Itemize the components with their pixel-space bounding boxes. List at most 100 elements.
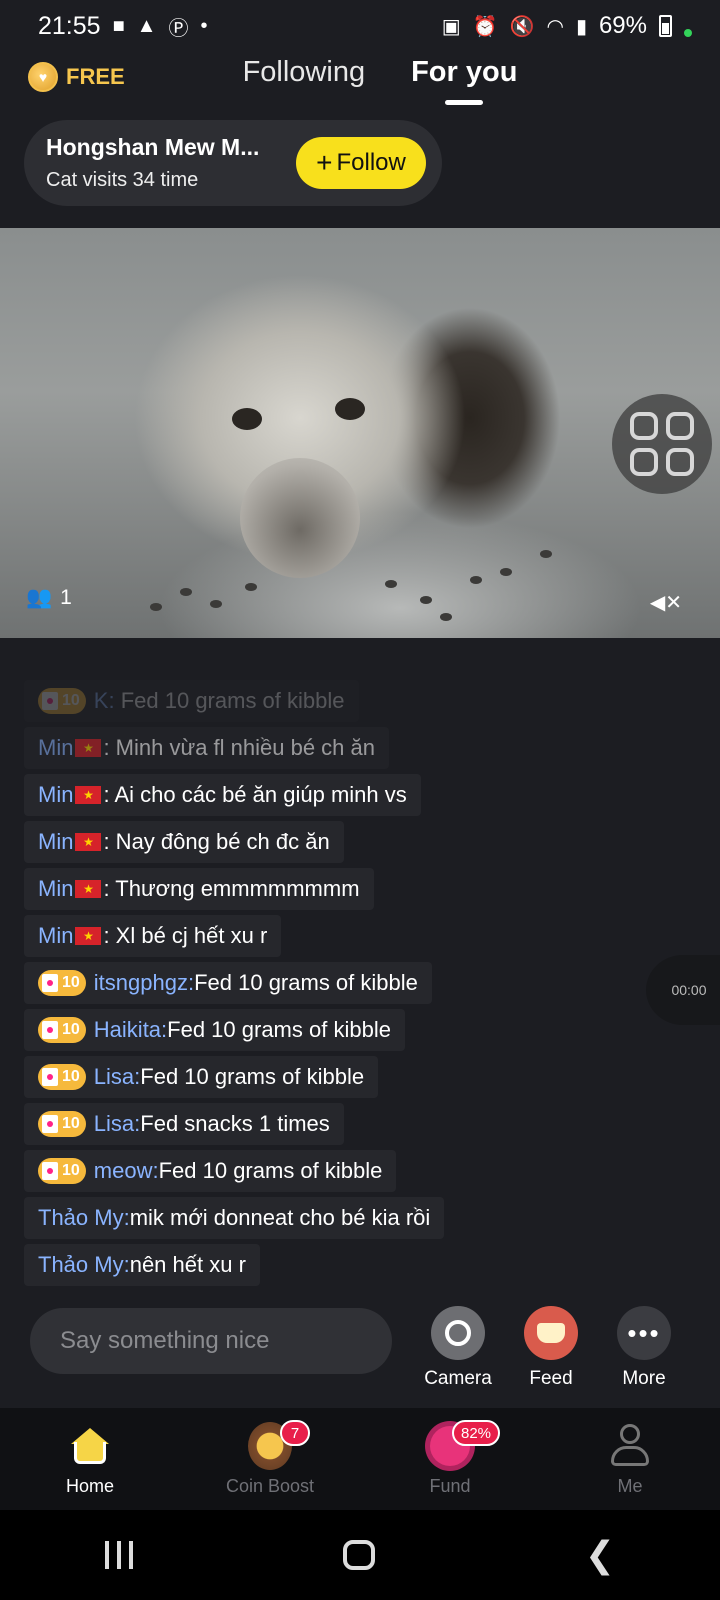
- chat-username[interactable]: K:: [94, 688, 115, 714]
- chat-text: Fed snacks 1 times: [140, 1111, 330, 1136]
- eye: [335, 398, 365, 420]
- chat-username[interactable]: Lisa:: [94, 1111, 140, 1137]
- kibble: [180, 588, 192, 596]
- vietnam-flag-icon: ★: [75, 739, 102, 757]
- back-icon[interactable]: ❮: [585, 1534, 615, 1576]
- stream-subtitle: Cat visits 34 time: [46, 169, 199, 191]
- timer-bubble[interactable]: 00:00: [646, 955, 720, 1025]
- lock-icon: ▣: [441, 15, 461, 38]
- feed-badge: 10: [38, 970, 86, 996]
- nav-coin-boost-label: Coin Boost: [225, 1476, 315, 1496]
- chat-username[interactable]: Min: [38, 735, 73, 761]
- chat-list: 10 K: Fed 10 grams of kibble Min ★: Minh …: [24, 680, 624, 1291]
- kibble: [150, 603, 162, 611]
- chat-message: Min ★: Xl bé cj hết xu r: [24, 915, 282, 957]
- nav-home[interactable]: Home: [0, 1408, 180, 1510]
- feed-badge: 10: [38, 1111, 86, 1137]
- nav-me[interactable]: Me: [540, 1408, 720, 1510]
- nav-me-label: Me: [617, 1476, 643, 1496]
- home-circle-icon[interactable]: [342, 1540, 375, 1570]
- status-bar: 21:55 ■ ▲ Ⓟ • ▣ ⏰ 🔇 ◠ ▮ 69%: [0, 0, 720, 52]
- kibble-box-icon: [42, 1021, 58, 1039]
- chat-text: Fed 10 grams of kibble: [194, 970, 418, 995]
- kibble: [385, 580, 397, 588]
- grid-view-button[interactable]: [612, 394, 712, 494]
- vietnam-flag-icon: ★: [75, 927, 102, 945]
- chat-message: Thảo My: nên hết xu r: [24, 1244, 260, 1286]
- kibble-box-icon: [42, 1162, 58, 1180]
- chat-message: 10 meow: Fed 10 grams of kibble: [24, 1150, 397, 1192]
- camera-label: Camera: [424, 1368, 492, 1389]
- p-icon: Ⓟ: [168, 17, 189, 40]
- chat-username[interactable]: Lisa:: [94, 1064, 140, 1090]
- chat-username[interactable]: Thảo My:: [38, 1252, 130, 1278]
- chat-text: Fed 10 grams of kibble: [167, 1017, 391, 1042]
- vietnam-flag-icon: ★: [75, 786, 102, 804]
- more-button[interactable]: ••• More: [604, 1306, 684, 1390]
- nav-coin-boost[interactable]: 7 Coin Boost: [180, 1408, 360, 1510]
- snout: [240, 458, 360, 578]
- chat-message: Min ★: Ai cho các bé ăn giúp minh vs: [24, 774, 421, 816]
- signal-icon: ▮: [575, 15, 587, 38]
- chat-text: Fed 10 grams of kibble: [120, 688, 345, 713]
- kibble: [440, 613, 452, 621]
- chat-text: : Xl bé cj hết xu r: [103, 923, 268, 948]
- viewers-icon: 👥: [26, 586, 53, 609]
- grid-cell-icon: [666, 448, 694, 476]
- chat-message: Thảo My: mik mới donneat cho bé kia rồi: [24, 1197, 445, 1239]
- battery-icon: [659, 15, 672, 37]
- stream-title: Hongshan Mew M...: [46, 134, 260, 160]
- grid-cell-icon: [630, 448, 658, 476]
- vietnam-flag-icon: ★: [75, 880, 102, 898]
- chat-text: mik mới donneat cho bé kia rồi: [129, 1205, 431, 1230]
- top-header: ♥ FREE Following For you: [0, 52, 720, 116]
- camera-button[interactable]: Camera: [418, 1306, 498, 1390]
- privacy-dot-icon: [684, 29, 692, 37]
- chat-username[interactable]: Thảo My:: [38, 1205, 130, 1231]
- grid-cell-icon: [666, 412, 694, 440]
- system-nav-bar: ❮: [0, 1510, 720, 1600]
- chat-username[interactable]: itsngphgz:: [94, 970, 194, 996]
- chat-input[interactable]: [30, 1308, 392, 1374]
- nav-fund-label: Fund: [429, 1476, 471, 1496]
- person-icon: [611, 1424, 649, 1468]
- plus-icon: +: [316, 147, 333, 178]
- chat-message: 10 Lisa: Fed 10 grams of kibble: [24, 1056, 379, 1098]
- nav-fund[interactable]: 82% Fund: [360, 1408, 540, 1510]
- chat-text: : Thương emmmmmmmm: [103, 876, 360, 901]
- feed-label: Feed: [529, 1368, 573, 1389]
- warning-icon: ▲: [136, 14, 157, 37]
- kibble-box-icon: [42, 974, 58, 992]
- chat-text: : Nay đông bé ch đc ăn: [103, 829, 330, 854]
- alarm-icon: ⏰: [472, 15, 498, 38]
- chat-username[interactable]: Min: [38, 923, 73, 949]
- chat-username[interactable]: Min: [38, 829, 73, 855]
- live-video[interactable]: 👥 1 ◀✕: [0, 228, 720, 638]
- viewer-count-value: 1: [60, 586, 72, 609]
- chat-username[interactable]: Min: [38, 876, 73, 902]
- chat-message: 10 Lisa: Fed snacks 1 times: [24, 1103, 344, 1145]
- home-icon: [71, 1428, 109, 1464]
- vietnam-flag-icon: ★: [75, 833, 102, 851]
- chat-username[interactable]: Min: [38, 782, 73, 808]
- kibble: [245, 583, 257, 591]
- chat-message: 10 Haikita: Fed 10 grams of kibble: [24, 1009, 405, 1051]
- recents-icon[interactable]: [104, 1541, 133, 1569]
- battery-percent: 69%: [598, 12, 647, 39]
- chat-username[interactable]: meow:: [94, 1158, 159, 1184]
- viewer-count: 👥 1: [26, 586, 72, 610]
- chat-text: Fed 10 grams of kibble: [140, 1064, 365, 1089]
- wifi-icon: ◠: [546, 15, 564, 38]
- fund-badge: 82%: [452, 1420, 501, 1446]
- tab-following[interactable]: Following: [243, 52, 366, 89]
- follow-button[interactable]: + Follow: [296, 137, 426, 189]
- tab-for-you[interactable]: For you: [411, 52, 517, 89]
- follow-label: Follow: [336, 149, 406, 176]
- feed-badge: 10: [38, 1017, 86, 1043]
- speaker-muted-icon[interactable]: ◀✕: [650, 590, 682, 615]
- chat-username[interactable]: Haikita:: [94, 1017, 167, 1043]
- more-dots-icon: •••: [617, 1306, 671, 1360]
- feed-tabs: Following For you: [0, 52, 720, 89]
- stream-info-card[interactable]: Hongshan Mew M... Cat visits 34 time + F…: [24, 120, 442, 206]
- feed-button[interactable]: Feed: [511, 1306, 591, 1390]
